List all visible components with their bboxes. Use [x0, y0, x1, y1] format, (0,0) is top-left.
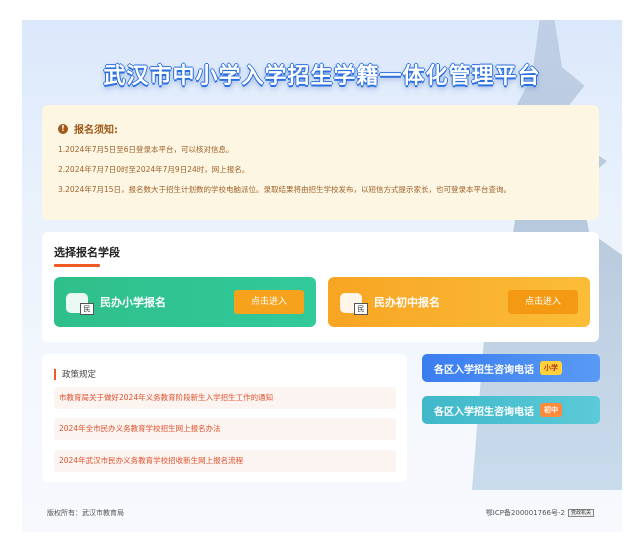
notice-heading: ! 报名须知: [58, 121, 585, 136]
middle-hotline-button[interactable]: 各区入学招生咨询电话 初中 [422, 396, 600, 424]
middle-enroll-label: 民办初中报名 [374, 296, 440, 309]
primary-enter-button[interactable]: 点击进入 [234, 290, 304, 314]
middle-school-enroll-card[interactable]: 民 民办初中报名 点击进入 [328, 277, 590, 327]
policy-heading-bar [54, 368, 56, 380]
policy-heading: 政策规定 [54, 368, 96, 380]
stage-selection-card: 选择报名学段 民 民办小学报名 点击进入 民 民办初中报名 点击进入 [42, 232, 599, 342]
icp-record: 鄂ICP备200001766号-2 党政机关 [486, 508, 594, 518]
policy-link-1[interactable]: 市教育局关于做好2024年义务教育阶段新生入学招生工作的通知 [54, 387, 396, 409]
primary-hotline-label: 各区入学招生咨询电话 [434, 364, 534, 376]
school-building-icon: 民 [340, 289, 368, 315]
notice-line-2: 2.2024年7月7日0时至2024年7月9日24时，网上报名。 [58, 165, 250, 174]
notice-panel: ! 报名须知: 1.2024年7月5日至6日登录本平台，可以核对信息。 2.20… [42, 105, 599, 220]
info-icon: ! [58, 123, 68, 134]
policy-link-2[interactable]: 2024年全市民办义务教育学校招生网上报名办法 [54, 418, 396, 440]
icp-link[interactable]: 鄂ICP备200001766号-2 [486, 508, 565, 518]
policy-panel: 政策规定 市教育局关于做好2024年义务教育阶段新生入学招生工作的通知 2024… [42, 354, 407, 482]
middle-hotline-badge: 初中 [540, 403, 562, 417]
copyright-text: 版权所有：武汉市教育局 [47, 509, 124, 517]
notice-heading-text: 报名须知: [74, 125, 118, 136]
primary-hotline-button[interactable]: 各区入学招生咨询电话 小学 [422, 354, 600, 382]
middle-enter-button[interactable]: 点击进入 [508, 290, 578, 314]
policy-link-3[interactable]: 2024年武汉市民办义务教育学校招收新生网上报名流程 [54, 450, 396, 472]
primary-school-enroll-card[interactable]: 民 民办小学报名 点击进入 [54, 277, 316, 327]
school-bag-icon: 民 [66, 289, 94, 315]
page-title: 武汉市中小学入学招生学籍一体化管理平台 [103, 64, 541, 89]
middle-hotline-label: 各区入学招生咨询电话 [434, 406, 534, 418]
primary-hotline-badge: 小学 [540, 361, 562, 375]
notice-line-1: 1.2024年7月5日至6日登录本平台，可以核对信息。 [58, 145, 234, 154]
page-frame: 武汉市中小学入学招生学籍一体化管理平台 ! 报名须知: 1.2024年7月5日至… [22, 20, 622, 532]
policy-heading-text: 政策规定 [62, 370, 97, 380]
stage-title: 选择报名学段 [54, 246, 120, 259]
notice-line-3: 3.2024年7月15日，报名数大于招生计划数的学校电脑派位。录取结果将由招生学… [58, 185, 512, 194]
primary-enroll-label: 民办小学报名 [100, 296, 166, 309]
stage-title-underline [54, 264, 100, 267]
footer: 版权所有：武汉市教育局 鄂ICP备200001766号-2 党政机关 [42, 501, 599, 525]
gov-badge-icon[interactable]: 党政机关 [568, 509, 594, 517]
